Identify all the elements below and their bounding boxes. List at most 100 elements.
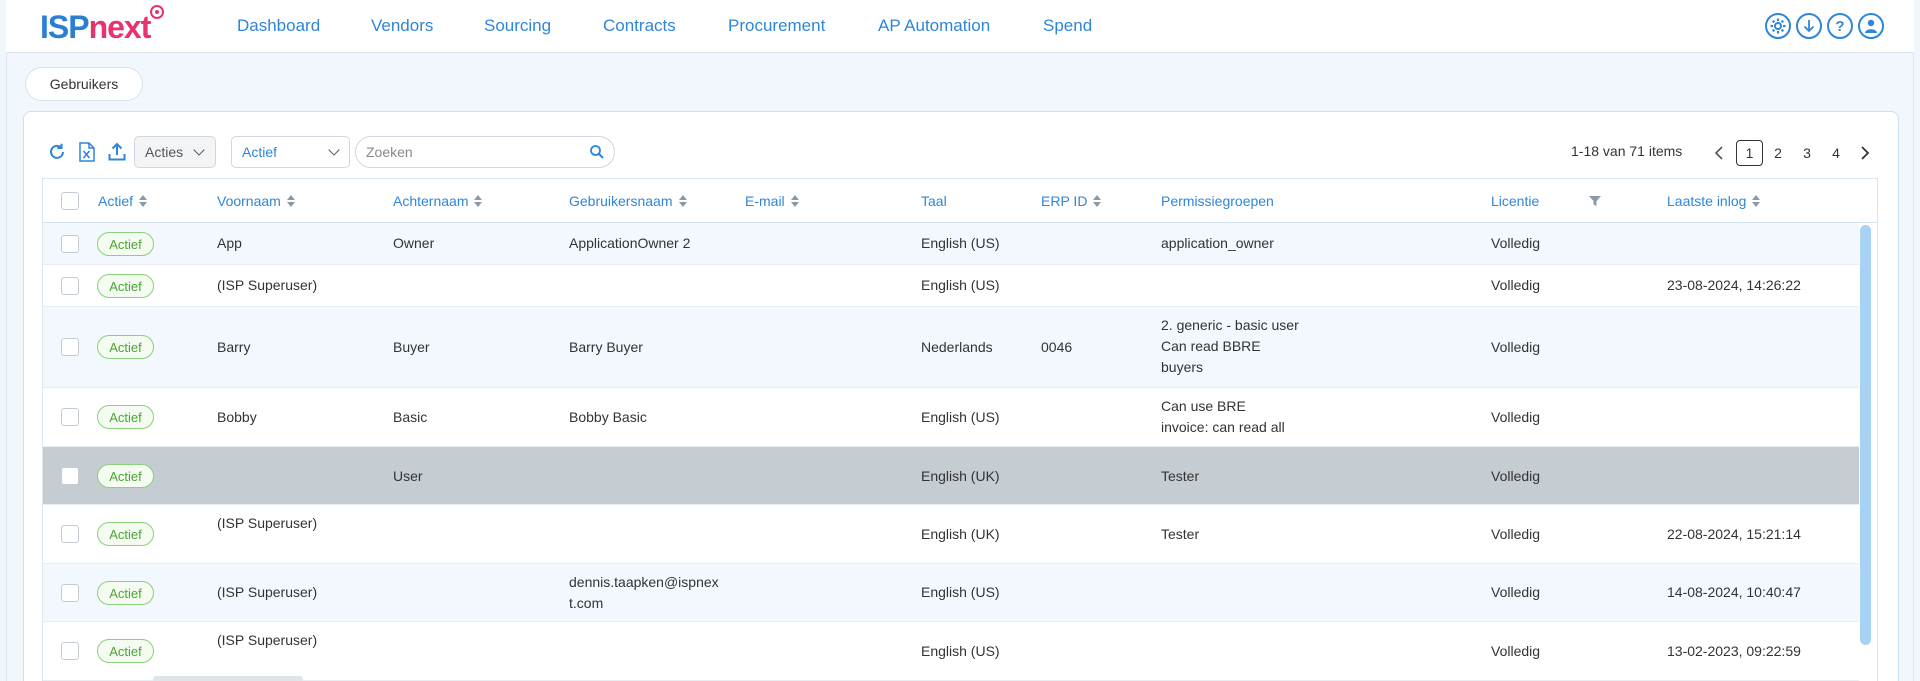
status-badge: Actief	[97, 232, 154, 256]
permissions-cell: application_owner	[1161, 235, 1274, 251]
last-name-cell: Buyer	[393, 339, 430, 355]
sort-icon[interactable]	[286, 195, 295, 207]
column-header-first-name[interactable]: Voornaam	[217, 193, 295, 209]
row-checkbox[interactable]	[61, 467, 79, 485]
table-row[interactable]: Actief User English (UK) Tester Volledig	[43, 447, 1859, 505]
permissions-cell: Can use BRE invoice: can read all	[1161, 398, 1285, 435]
user-profile-icon[interactable]	[1858, 13, 1884, 39]
page-4[interactable]: 4	[1829, 140, 1843, 166]
table-row[interactable]: Actief (ISP Superuser) English (US) Voll…	[43, 622, 1859, 681]
last-name-cell: Owner	[393, 235, 435, 251]
page-2[interactable]: 2	[1771, 140, 1785, 166]
license-cell: Volledig	[1491, 277, 1541, 293]
username-cell: dennis.taapken@ispnex t.com	[569, 574, 719, 611]
chevron-down-icon	[328, 144, 340, 156]
column-header-last-name[interactable]: Achternaam	[393, 193, 483, 209]
logo-isp: ISP	[40, 9, 90, 45]
status-badge: Actief	[97, 335, 154, 359]
column-header-last-login[interactable]: Laatste inlog	[1667, 193, 1761, 209]
row-checkbox[interactable]	[61, 277, 79, 295]
excel-export-icon[interactable]	[76, 141, 98, 163]
logo[interactable]: ISPnext	[40, 5, 165, 46]
license-cell: Volledig	[1491, 526, 1541, 542]
column-header-license[interactable]: Licentie	[1491, 193, 1602, 209]
vertical-scrollbar-thumb[interactable]	[1860, 225, 1871, 645]
status-badge: Actief	[97, 581, 154, 605]
column-header-active[interactable]: Actief	[98, 193, 148, 209]
language-cell: English (US)	[921, 277, 1000, 293]
license-cell: Volledig	[1491, 339, 1541, 355]
page-3[interactable]: 3	[1800, 140, 1814, 166]
horizontal-scrollbar-thumb[interactable]	[153, 676, 303, 681]
nav-procurement[interactable]: Procurement	[728, 16, 825, 36]
column-header-label: Laatste inlog	[1667, 193, 1747, 209]
search-input[interactable]	[355, 136, 615, 168]
table-row[interactable]: Actief Bobby Basic Bobby Basic English (…	[43, 388, 1859, 447]
column-header-erp-id[interactable]: ERP ID	[1041, 193, 1102, 209]
refresh-icon[interactable]	[46, 141, 68, 163]
table-row[interactable]: Actief (ISP Superuser) English (UK) Test…	[43, 505, 1859, 564]
download-icon[interactable]	[1796, 13, 1822, 39]
column-header-username[interactable]: Gebruikersnaam	[569, 193, 687, 209]
row-checkbox[interactable]	[61, 408, 79, 426]
nav-sourcing[interactable]: Sourcing	[484, 16, 551, 36]
column-header-label: Gebruikersnaam	[569, 193, 673, 209]
upload-icon[interactable]	[106, 141, 128, 163]
license-cell: Volledig	[1491, 643, 1541, 659]
search-icon[interactable]	[589, 144, 605, 160]
row-checkbox[interactable]	[61, 525, 79, 543]
nav-spend[interactable]: Spend	[1043, 16, 1092, 36]
last-name-cell: User	[393, 468, 423, 484]
row-checkbox[interactable]	[61, 338, 79, 356]
status-badge: Actief	[97, 274, 154, 298]
first-name-cell: Barry	[217, 339, 251, 355]
sort-icon[interactable]	[1093, 195, 1102, 207]
sort-icon[interactable]	[790, 195, 799, 207]
sort-icon[interactable]	[474, 195, 483, 207]
table-row[interactable]: Actief Barry Buyer Barry Buyer Nederland…	[43, 307, 1859, 388]
actions-dropdown[interactable]: Acties	[134, 136, 216, 168]
help-icon[interactable]: ?	[1827, 13, 1853, 39]
prev-page-icon[interactable]	[1712, 140, 1726, 166]
status-filter-select[interactable]: Actief	[231, 136, 350, 168]
tab-gebruikers[interactable]: Gebruikers	[25, 67, 143, 101]
column-header-permissions[interactable]: Permissiegroepen	[1161, 193, 1274, 209]
page-1[interactable]: 1	[1736, 140, 1763, 166]
license-cell: Volledig	[1491, 584, 1541, 600]
top-icons: ?	[1765, 13, 1884, 39]
row-checkbox[interactable]	[61, 235, 79, 253]
first-name-cell: (ISP Superuser)	[217, 277, 318, 293]
sort-icon[interactable]	[1752, 195, 1761, 207]
row-checkbox[interactable]	[61, 584, 79, 602]
nav-dashboard[interactable]: Dashboard	[237, 16, 320, 36]
column-header-label: Actief	[98, 193, 134, 209]
filter-icon[interactable]	[1589, 196, 1602, 206]
pagination-info: 1-18 van 71 items	[1571, 143, 1683, 159]
next-page-icon[interactable]	[1858, 140, 1872, 166]
row-checkbox[interactable]	[61, 642, 79, 660]
nav-vendors[interactable]: Vendors	[371, 16, 433, 36]
select-all-checkbox[interactable]	[61, 192, 79, 210]
table-header: Actief Voornaam Achternaam Gebruikersnaa…	[43, 179, 1877, 223]
column-header-email[interactable]: E-mail	[745, 193, 799, 209]
sort-icon[interactable]	[139, 195, 148, 207]
column-header-label: Licentie	[1491, 193, 1540, 209]
column-header-label: Permissiegroepen	[1161, 193, 1274, 209]
table-row[interactable]: Actief (ISP Superuser) English (US) Voll…	[43, 265, 1859, 307]
last-login-cell: 14-08-2024, 10:40:47	[1667, 584, 1801, 600]
first-name-cell: (ISP Superuser)	[217, 632, 318, 648]
settings-gear-icon[interactable]	[1765, 13, 1791, 39]
column-header-language[interactable]: Taal	[921, 193, 947, 209]
permissions-cell: Tester	[1161, 526, 1200, 542]
nav-ap-automation[interactable]: AP Automation	[878, 16, 990, 36]
license-cell: Volledig	[1491, 235, 1541, 251]
sort-icon[interactable]	[678, 195, 687, 207]
language-cell: English (US)	[921, 584, 1000, 600]
column-header-label: ERP ID	[1041, 193, 1088, 209]
table-row[interactable]: Actief App Owner ApplicationOwner 2 Engl…	[43, 223, 1859, 265]
table-row[interactable]: Actief (ISP Superuser) dennis.taapken@is…	[43, 564, 1859, 622]
logo-mark-icon	[150, 5, 165, 19]
first-name-cell: App	[217, 235, 242, 251]
nav-contracts[interactable]: Contracts	[603, 16, 676, 36]
language-cell: English (UK)	[921, 468, 1000, 484]
